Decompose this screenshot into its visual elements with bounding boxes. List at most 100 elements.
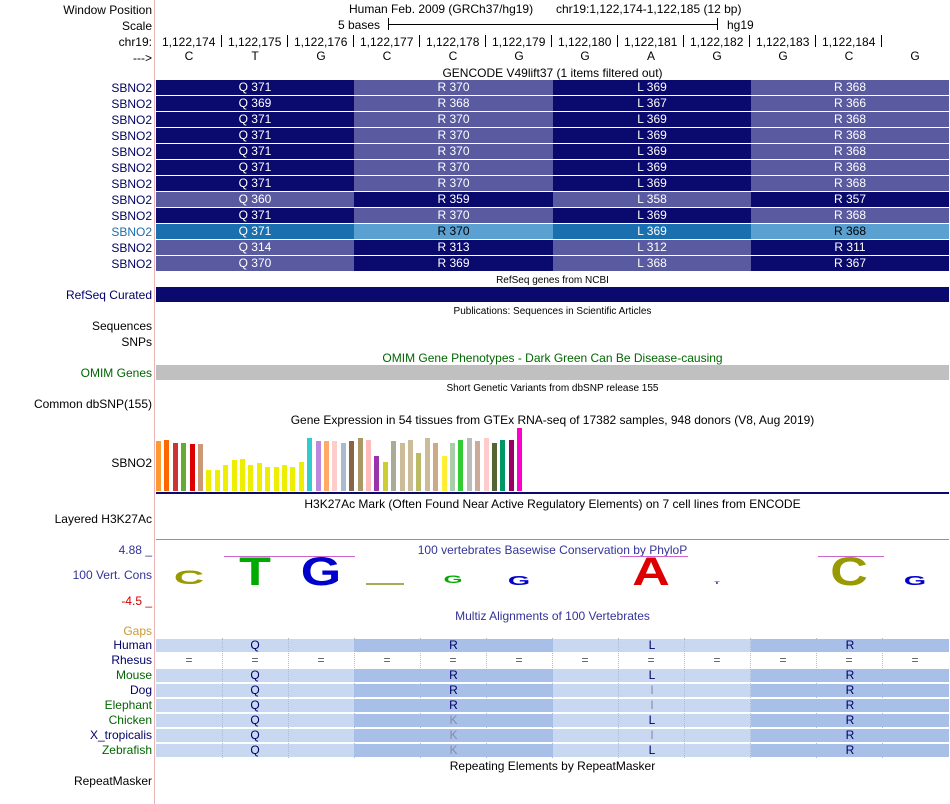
gencode-transcript-row[interactable]: Q 360 R 359 L 358 R 357 (156, 192, 949, 208)
codon-segment[interactable]: R 368 (751, 144, 949, 159)
gtex-tissue-bar[interactable] (441, 456, 447, 491)
gencode-transcript-row[interactable]: Q 371 R 370 L 369 R 368 (156, 80, 949, 96)
gtex-tissue-bar[interactable] (408, 440, 413, 491)
gtex-tissue-bar[interactable] (332, 441, 338, 491)
gtex-tissue-bar[interactable] (416, 453, 422, 491)
codon-segment[interactable]: R 368 (751, 208, 949, 223)
species-label[interactable]: Zebrafish (0, 743, 152, 757)
gtex-tissue-bar[interactable] (391, 441, 397, 491)
codon-segment[interactable]: R 370 (354, 160, 553, 175)
codon-segment[interactable]: R 370 (354, 128, 553, 143)
gtex-tissue-bar[interactable] (290, 467, 296, 491)
codon-segment[interactable]: R 370 (354, 144, 553, 159)
codon-segment[interactable]: Q 360 (156, 192, 354, 207)
gtex-tissue-bar[interactable] (475, 441, 481, 491)
gtex-tissue-bar[interactable] (458, 440, 464, 491)
gtex-tissue-bar[interactable] (508, 440, 514, 491)
gtex-tissue-bar[interactable] (265, 467, 271, 491)
codon-segment[interactable]: Q 371 (156, 176, 354, 191)
codon-segment[interactable]: Q 371 (156, 160, 354, 175)
gtex-tissue-bar[interactable] (399, 443, 405, 491)
window-position-label[interactable]: Window Position (0, 3, 152, 17)
codon-segment[interactable]: L 369 (553, 224, 751, 239)
gtex-tissue-bar[interactable] (256, 463, 262, 491)
codon-segment[interactable]: R 369 (354, 256, 553, 271)
codon-segment[interactable]: Q 370 (156, 256, 354, 271)
gtex-tissue-bar[interactable] (273, 467, 279, 491)
species-label[interactable]: Dog (0, 683, 152, 697)
gtex-tissue-bar[interactable] (483, 438, 489, 491)
gencode-row-label[interactable]: SBNO2 (0, 161, 152, 175)
gtex-tissue-bar[interactable] (466, 438, 472, 491)
codon-segment[interactable]: Q 314 (156, 240, 354, 255)
codon-segment[interactable]: R 370 (354, 176, 553, 191)
codon-segment[interactable]: R 368 (354, 96, 553, 111)
gencode-row-label[interactable]: SBNO2 (0, 113, 152, 127)
codon-segment[interactable]: L 369 (553, 128, 751, 143)
codon-segment[interactable]: R 368 (751, 176, 949, 191)
gtex-tissue-bar[interactable] (349, 441, 355, 491)
codon-segment[interactable]: R 370 (354, 208, 553, 223)
codon-segment[interactable]: R 359 (354, 192, 553, 207)
codon-segment[interactable]: L 369 (553, 160, 751, 175)
gtex-tissue-bar[interactable] (450, 443, 455, 491)
gtex-tissue-bar[interactable] (282, 465, 287, 491)
gtex-tissue-bar[interactable] (172, 443, 178, 491)
dbsnp-label[interactable]: Common dbSNP(155) (0, 397, 152, 411)
gtex-tissue-bar[interactable] (181, 443, 187, 491)
codon-segment[interactable]: Q 371 (156, 144, 354, 159)
gencode-row-label[interactable]: SBNO2 (0, 225, 152, 239)
codon-segment[interactable]: Q 369 (156, 96, 354, 111)
gencode-row-label[interactable]: SBNO2 (0, 129, 152, 143)
species-label[interactable]: Mouse (0, 668, 152, 682)
gtex-tissue-bar[interactable] (307, 438, 313, 491)
gtex-tissue-bar[interactable] (500, 440, 506, 491)
chrom-label[interactable]: chr19: (0, 35, 152, 49)
gtex-tissue-bar[interactable] (214, 470, 220, 491)
codon-segment[interactable]: L 312 (553, 240, 751, 255)
gtex-tissue-bar[interactable] (517, 428, 523, 491)
gtex-tissue-bar[interactable] (164, 440, 170, 491)
gencode-transcript-row[interactable]: Q 369 R 368 L 367 R 366 (156, 96, 949, 112)
gtex-tissue-bar[interactable] (298, 462, 304, 491)
gencode-row-label[interactable]: SBNO2 (0, 97, 152, 111)
codon-segment[interactable]: R 370 (354, 224, 553, 239)
codon-segment[interactable]: R 368 (751, 224, 949, 239)
refseq-label[interactable]: RefSeq Curated (0, 288, 152, 302)
codon-segment[interactable]: Q 371 (156, 128, 354, 143)
codon-segment[interactable]: L 369 (553, 80, 751, 95)
omim-label[interactable]: OMIM Genes (0, 366, 152, 380)
codon-segment[interactable]: R 368 (751, 160, 949, 175)
gtex-tissue-bar[interactable] (340, 443, 346, 491)
species-label[interactable]: Human (0, 638, 152, 652)
gtex-tissue-bar[interactable] (366, 440, 371, 491)
snps-label[interactable]: SNPs (0, 335, 152, 349)
codon-segment[interactable]: L 369 (553, 144, 751, 159)
gtex-tissue-bar[interactable] (231, 460, 237, 491)
gtex-tissue-bar[interactable] (156, 441, 161, 491)
gencode-row-label[interactable]: SBNO2 (0, 257, 152, 271)
strand-label[interactable]: ---> (0, 51, 152, 65)
scale-label[interactable]: Scale (0, 19, 152, 33)
gencode-transcript-row[interactable]: Q 314 R 313 L 312 R 311 (156, 240, 949, 256)
gtex-tissue-bar[interactable] (492, 443, 497, 491)
species-label[interactable]: X_tropicalis (0, 728, 152, 742)
cons-logo-track[interactable]: CTGGGATCG (156, 552, 949, 602)
codon-segment[interactable]: R 367 (751, 256, 949, 271)
gencode-transcript-row[interactable]: Q 371 R 370 L 369 R 368 (156, 224, 949, 240)
gencode-transcript-row[interactable]: Q 370 R 369 L 368 R 367 (156, 256, 949, 272)
gencode-transcript-row[interactable]: Q 371 R 370 L 369 R 368 (156, 160, 949, 176)
gtex-tissue-bar[interactable] (433, 443, 439, 491)
gtex-tissue-bar[interactable] (206, 470, 212, 491)
gtex-tissue-bar[interactable] (324, 441, 329, 491)
gtex-tissue-bar[interactable] (198, 444, 203, 491)
gtex-tissue-bar[interactable] (189, 444, 195, 491)
codon-segment[interactable]: Q 371 (156, 208, 354, 223)
sequences-label[interactable]: Sequences (0, 319, 152, 333)
codon-segment[interactable]: L 368 (553, 256, 751, 271)
codon-segment[interactable]: R 366 (751, 96, 949, 111)
codon-segment[interactable]: Q 371 (156, 80, 354, 95)
gtex-tissue-bar[interactable] (374, 456, 380, 491)
gencode-row-label[interactable]: SBNO2 (0, 209, 152, 223)
gencode-transcript-row[interactable]: Q 371 R 370 L 369 R 368 (156, 144, 949, 160)
